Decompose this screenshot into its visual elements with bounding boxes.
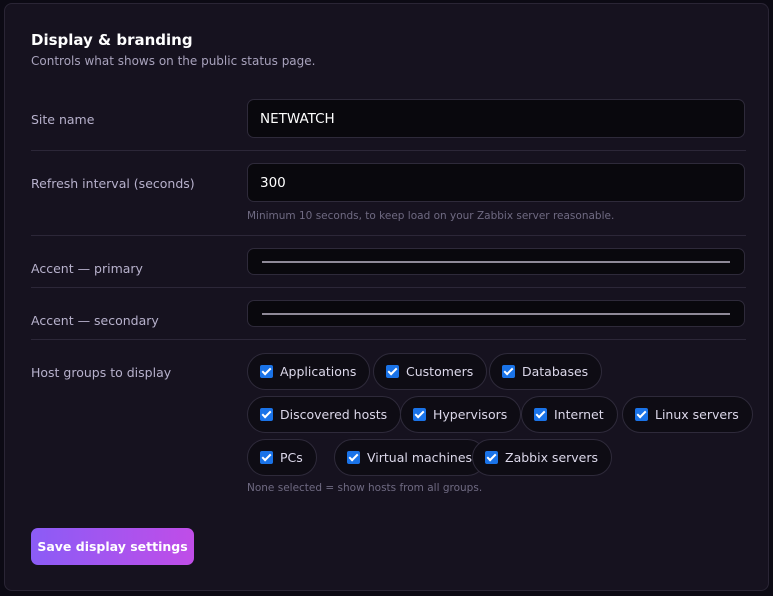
- divider: [31, 287, 746, 288]
- host-group-chip-discovered-hosts[interactable]: Discovered hosts: [247, 396, 402, 433]
- save-display-settings-button[interactable]: Save display settings: [31, 528, 194, 565]
- display-settings-card: Display & branding Controls what shows o…: [4, 3, 769, 591]
- host-group-label: Applications: [280, 364, 357, 379]
- checkbox-checked-icon[interactable]: [635, 408, 648, 421]
- host-group-label: Databases: [522, 364, 589, 379]
- refresh-interval-input[interactable]: [247, 163, 745, 202]
- accent-primary-label: Accent — primary: [31, 261, 143, 276]
- checkbox-checked-icon[interactable]: [347, 451, 360, 464]
- checkbox-checked-icon[interactable]: [260, 365, 273, 378]
- section-subtitle: Controls what shows on the public status…: [31, 54, 316, 68]
- section-title: Display & branding: [31, 31, 193, 49]
- host-groups-hint: None selected = show hosts from all grou…: [247, 482, 483, 494]
- checkbox-checked-icon[interactable]: [485, 451, 498, 464]
- host-group-chip-pcs[interactable]: PCs: [247, 439, 317, 476]
- host-group-chip-customers[interactable]: Customers: [373, 353, 488, 390]
- host-group-label: Customers: [406, 364, 474, 379]
- host-groups-label: Host groups to display: [31, 365, 172, 380]
- accent-secondary-label: Accent — secondary: [31, 313, 159, 328]
- checkbox-checked-icon[interactable]: [413, 408, 426, 421]
- site-name-label: Site name: [31, 112, 95, 127]
- refresh-interval-label: Refresh interval (seconds): [31, 176, 195, 191]
- host-group-label: Linux servers: [655, 407, 739, 422]
- host-group-chip-hypervisors[interactable]: Hypervisors: [400, 396, 522, 433]
- host-group-chip-zabbix-servers[interactable]: Zabbix servers: [472, 439, 613, 476]
- divider: [31, 339, 746, 340]
- host-group-label: Discovered hosts: [280, 407, 388, 422]
- host-group-chip-internet[interactable]: Internet: [521, 396, 618, 433]
- host-group-label: Virtual machines: [367, 450, 473, 465]
- accent-secondary-swatch: [262, 313, 730, 315]
- host-group-label: Internet: [554, 407, 604, 422]
- host-group-chip-linux-servers[interactable]: Linux servers: [622, 396, 753, 433]
- checkbox-checked-icon[interactable]: [502, 365, 515, 378]
- checkbox-checked-icon[interactable]: [260, 451, 273, 464]
- divider: [31, 235, 746, 236]
- host-group-label: Hypervisors: [433, 407, 508, 422]
- checkbox-checked-icon[interactable]: [534, 408, 547, 421]
- refresh-interval-hint: Minimum 10 seconds, to keep load on your…: [247, 210, 615, 222]
- checkbox-checked-icon[interactable]: [260, 408, 273, 421]
- accent-primary-color-picker[interactable]: [247, 248, 745, 275]
- site-name-input[interactable]: [247, 99, 745, 138]
- accent-primary-swatch: [262, 261, 730, 263]
- host-group-chip-databases[interactable]: Databases: [489, 353, 603, 390]
- host-group-chip-virtual-machines[interactable]: Virtual machines: [334, 439, 487, 476]
- host-group-chip-applications[interactable]: Applications: [247, 353, 371, 390]
- checkbox-checked-icon[interactable]: [386, 365, 399, 378]
- host-group-label: Zabbix servers: [505, 450, 599, 465]
- accent-secondary-color-picker[interactable]: [247, 300, 745, 327]
- host-group-label: PCs: [280, 450, 303, 465]
- divider: [31, 150, 746, 151]
